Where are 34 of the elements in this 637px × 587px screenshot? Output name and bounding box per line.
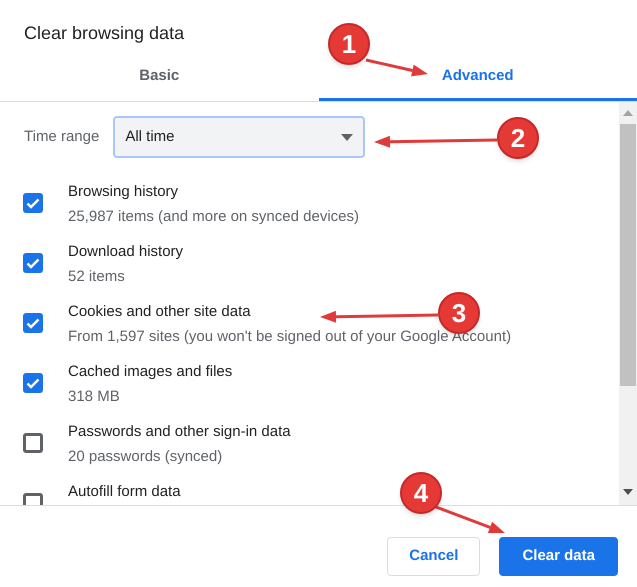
checkbox[interactable]: [23, 253, 43, 273]
item-detail: 20 passwords (synced): [68, 447, 222, 467]
checkmark-icon: [26, 198, 40, 208]
item-detail: 318 MB: [68, 387, 120, 407]
arrow: [366, 58, 428, 76]
scroll-down-icon[interactable]: [623, 489, 633, 495]
dialog-title: Clear browsing data: [24, 23, 184, 43]
scrollbar[interactable]: [619, 102, 637, 505]
cancel-button[interactable]: Cancel: [387, 537, 480, 576]
time-range-label: Time range: [24, 126, 100, 147]
item-title: Autofill form data: [68, 482, 181, 502]
clear-data-button[interactable]: Clear data: [499, 537, 618, 576]
scrollbar-thumb[interactable]: [620, 124, 636, 386]
checkbox[interactable]: [23, 193, 43, 213]
checkbox[interactable]: [23, 373, 43, 393]
callout-number: 2: [497, 117, 539, 159]
item-title: Cookies and other site data: [68, 302, 251, 322]
callout-number: 4: [400, 472, 442, 514]
tab[interactable]: Basic: [0, 52, 318, 101]
checkmark-icon: [26, 378, 40, 388]
checkbox[interactable]: [23, 433, 43, 453]
checkmark-icon: [26, 258, 40, 268]
time-range-dropdown[interactable]: All time: [113, 116, 366, 158]
caret-icon: [341, 134, 354, 140]
item-detail: 52 items: [68, 267, 125, 287]
checkmark-icon: [26, 318, 40, 328]
item-title: Passwords and other sign-in data: [68, 422, 291, 442]
callout-number: 1: [328, 23, 370, 65]
item-title: Browsing history: [68, 182, 178, 202]
arrow: [435, 506, 505, 533]
item-detail: 25,987 items (and more on synced devices): [68, 207, 359, 227]
item-title: Cached images and files: [68, 362, 232, 382]
checkbox[interactable]: [23, 313, 43, 333]
item-title: Download history: [68, 242, 184, 262]
